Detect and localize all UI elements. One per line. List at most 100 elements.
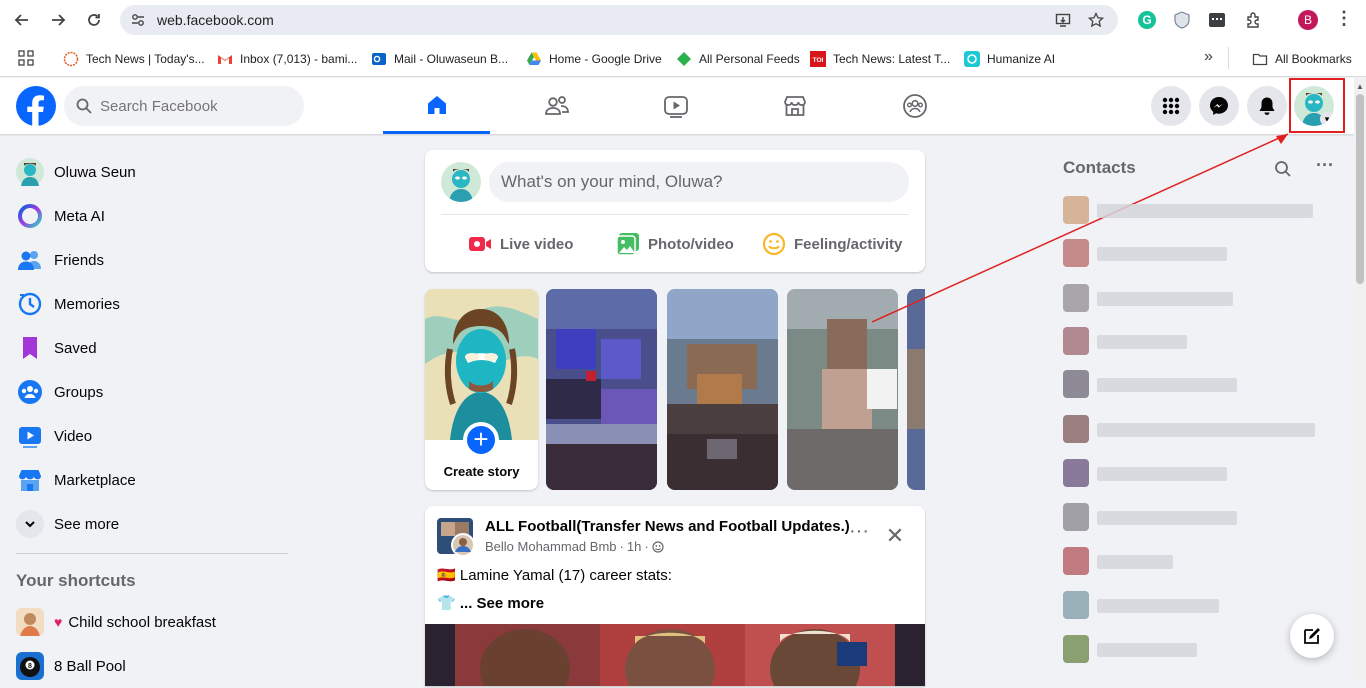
more-bookmarks-chevron[interactable]: » bbox=[1204, 48, 1213, 66]
sidebar-item-see-more[interactable]: See more bbox=[8, 502, 288, 546]
contact-avatar-blurred bbox=[1063, 415, 1089, 443]
sidebar-item-profile[interactable]: Oluwa Seun bbox=[8, 150, 288, 194]
account-profile-button[interactable]: ▾ bbox=[1294, 86, 1334, 126]
contacts-search-icon[interactable] bbox=[1274, 160, 1292, 178]
sidebar-item-saved[interactable]: Saved bbox=[8, 326, 288, 370]
contact-item[interactable] bbox=[1063, 280, 1323, 316]
page-scrollbar[interactable]: ▲ bbox=[1354, 78, 1366, 680]
browser-profile-avatar[interactable]: B bbox=[1298, 10, 1318, 30]
friends-tab[interactable] bbox=[503, 78, 610, 134]
bookmark-times-tech[interactable]: TOI Tech News: Latest T... bbox=[810, 50, 950, 68]
contact-avatar-blurred bbox=[1063, 327, 1089, 355]
reload-icon[interactable] bbox=[82, 8, 106, 32]
compose-edit-icon bbox=[1304, 628, 1320, 644]
see-more-link[interactable]: ... See more bbox=[460, 595, 544, 612]
bookmark-google-drive[interactable]: Home - Google Drive bbox=[526, 50, 662, 68]
post-more-options-icon[interactable]: ··· bbox=[843, 521, 875, 548]
chevron-down-icon bbox=[16, 510, 44, 538]
photo-video-button[interactable]: Photo/video bbox=[616, 228, 734, 260]
google-drive-icon bbox=[527, 52, 541, 65]
forward-icon[interactable] bbox=[46, 8, 70, 32]
contact-item[interactable] bbox=[1063, 455, 1323, 491]
contact-item[interactable] bbox=[1063, 323, 1323, 359]
watch-video-icon bbox=[663, 96, 688, 118]
create-story-label: Create story bbox=[443, 464, 520, 479]
friends-icon bbox=[16, 246, 44, 274]
outlook-icon bbox=[372, 53, 386, 65]
sidebar-item-label: See more bbox=[54, 515, 120, 533]
contacts-more-options-icon[interactable]: ··· bbox=[1314, 156, 1336, 178]
shield-extension-icon[interactable] bbox=[1172, 10, 1192, 30]
whats-on-your-mind-input[interactable]: What's on your mind, Oluwa? bbox=[489, 162, 909, 202]
shortcut-item-8-ball-pool[interactable]: 8 8 Ball Pool bbox=[8, 644, 288, 688]
contact-item[interactable] bbox=[1063, 543, 1323, 579]
search-box[interactable] bbox=[64, 86, 304, 126]
contact-name-blurred bbox=[1097, 511, 1237, 525]
story-card[interactable] bbox=[546, 289, 657, 490]
composer-avatar[interactable] bbox=[441, 162, 481, 202]
home-icon bbox=[427, 95, 446, 114]
live-video-button[interactable]: Live video bbox=[468, 228, 573, 260]
meta-ai-icon bbox=[16, 202, 44, 230]
url-text[interactable]: web.facebook.com bbox=[157, 12, 274, 28]
contact-item[interactable] bbox=[1063, 366, 1323, 402]
stories-tray: + Create story bbox=[425, 289, 925, 490]
back-icon[interactable] bbox=[10, 8, 34, 32]
bookmark-outlook-mail[interactable]: Mail - Oluwaseun B... bbox=[371, 50, 508, 68]
sidebar-item-groups[interactable]: Groups bbox=[8, 370, 288, 414]
browser-toolbar: web.facebook.com G B ⋮ bbox=[0, 0, 1366, 40]
contact-item[interactable] bbox=[1063, 192, 1323, 228]
all-bookmarks-folder[interactable]: All Bookmarks bbox=[1252, 50, 1352, 68]
grammarly-icon[interactable]: G bbox=[1137, 10, 1157, 30]
post-author[interactable]: Bello Mohammad Bmb bbox=[485, 539, 617, 554]
browser-menu-icon[interactable]: ⋮ bbox=[1334, 9, 1354, 31]
shortcut-item-child-school-breakfast[interactable]: ♥ Child school breakfast bbox=[8, 600, 288, 644]
create-story-card[interactable]: + Create story bbox=[425, 289, 538, 490]
post-close-icon[interactable]: ✕ bbox=[881, 522, 909, 550]
story-card[interactable] bbox=[667, 289, 778, 490]
sidebar-item-marketplace[interactable]: Marketplace bbox=[8, 458, 288, 502]
svg-text:8: 8 bbox=[28, 663, 32, 670]
create-story-plus-icon[interactable]: + bbox=[463, 422, 499, 458]
bookmark-gmail[interactable]: Inbox (7,013) - bami... bbox=[217, 50, 357, 68]
scroll-up-arrow[interactable]: ▲ bbox=[1356, 82, 1364, 91]
post-page-name[interactable]: ALL Football(Transfer News and Football … bbox=[485, 518, 850, 535]
bookmark-feedly[interactable]: All Personal Feeds bbox=[676, 50, 800, 68]
contact-item[interactable] bbox=[1063, 631, 1323, 667]
video-tab[interactable] bbox=[622, 78, 729, 134]
apps-grid-icon[interactable] bbox=[18, 50, 34, 66]
site-info-icon[interactable] bbox=[130, 12, 146, 28]
post-page-avatar[interactable] bbox=[437, 518, 477, 558]
sidebar-item-label: Meta AI bbox=[54, 207, 105, 225]
sidebar-item-memories[interactable]: Memories bbox=[8, 282, 288, 326]
shortcut-thumbnail bbox=[16, 608, 44, 636]
facebook-logo-icon[interactable] bbox=[16, 86, 56, 126]
bookmark-separator bbox=[1228, 47, 1229, 69]
bookmark-tech-news[interactable]: Tech News | Today's... bbox=[63, 50, 205, 68]
scrollbar-thumb[interactable] bbox=[1356, 94, 1364, 284]
story-blurred-image bbox=[546, 289, 657, 490]
toi-icon: TOI bbox=[810, 51, 826, 67]
sidebar-item-friends[interactable]: Friends bbox=[8, 238, 288, 282]
contact-item[interactable] bbox=[1063, 235, 1323, 271]
bookmark-star-icon[interactable] bbox=[1088, 12, 1104, 28]
post-image[interactable] bbox=[425, 624, 925, 686]
extensions-puzzle-icon[interactable] bbox=[1244, 10, 1264, 30]
sidebar-item-meta-ai[interactable]: Meta AI bbox=[8, 194, 288, 238]
marketplace-tab[interactable] bbox=[741, 78, 848, 134]
gmail-icon bbox=[218, 55, 232, 64]
bookmarks-bar: Tech News | Today's... Inbox (7,013) - b… bbox=[0, 40, 1366, 77]
new-message-button[interactable] bbox=[1290, 614, 1334, 658]
contact-item[interactable] bbox=[1063, 587, 1323, 623]
contact-item[interactable] bbox=[1063, 499, 1323, 535]
sidebar-item-video[interactable]: Video bbox=[8, 414, 288, 458]
install-app-icon[interactable] bbox=[1055, 12, 1071, 28]
address-bar[interactable]: web.facebook.com bbox=[120, 5, 1118, 35]
post-time[interactable]: 1h bbox=[627, 539, 641, 554]
search-input[interactable] bbox=[100, 86, 295, 126]
contact-item[interactable] bbox=[1063, 411, 1323, 447]
bookmark-humanize-ai[interactable]: Humanize AI bbox=[964, 50, 1055, 68]
home-tab[interactable] bbox=[383, 78, 490, 134]
saved-bookmark-icon bbox=[16, 334, 44, 362]
screen-extension-icon[interactable] bbox=[1207, 10, 1227, 30]
